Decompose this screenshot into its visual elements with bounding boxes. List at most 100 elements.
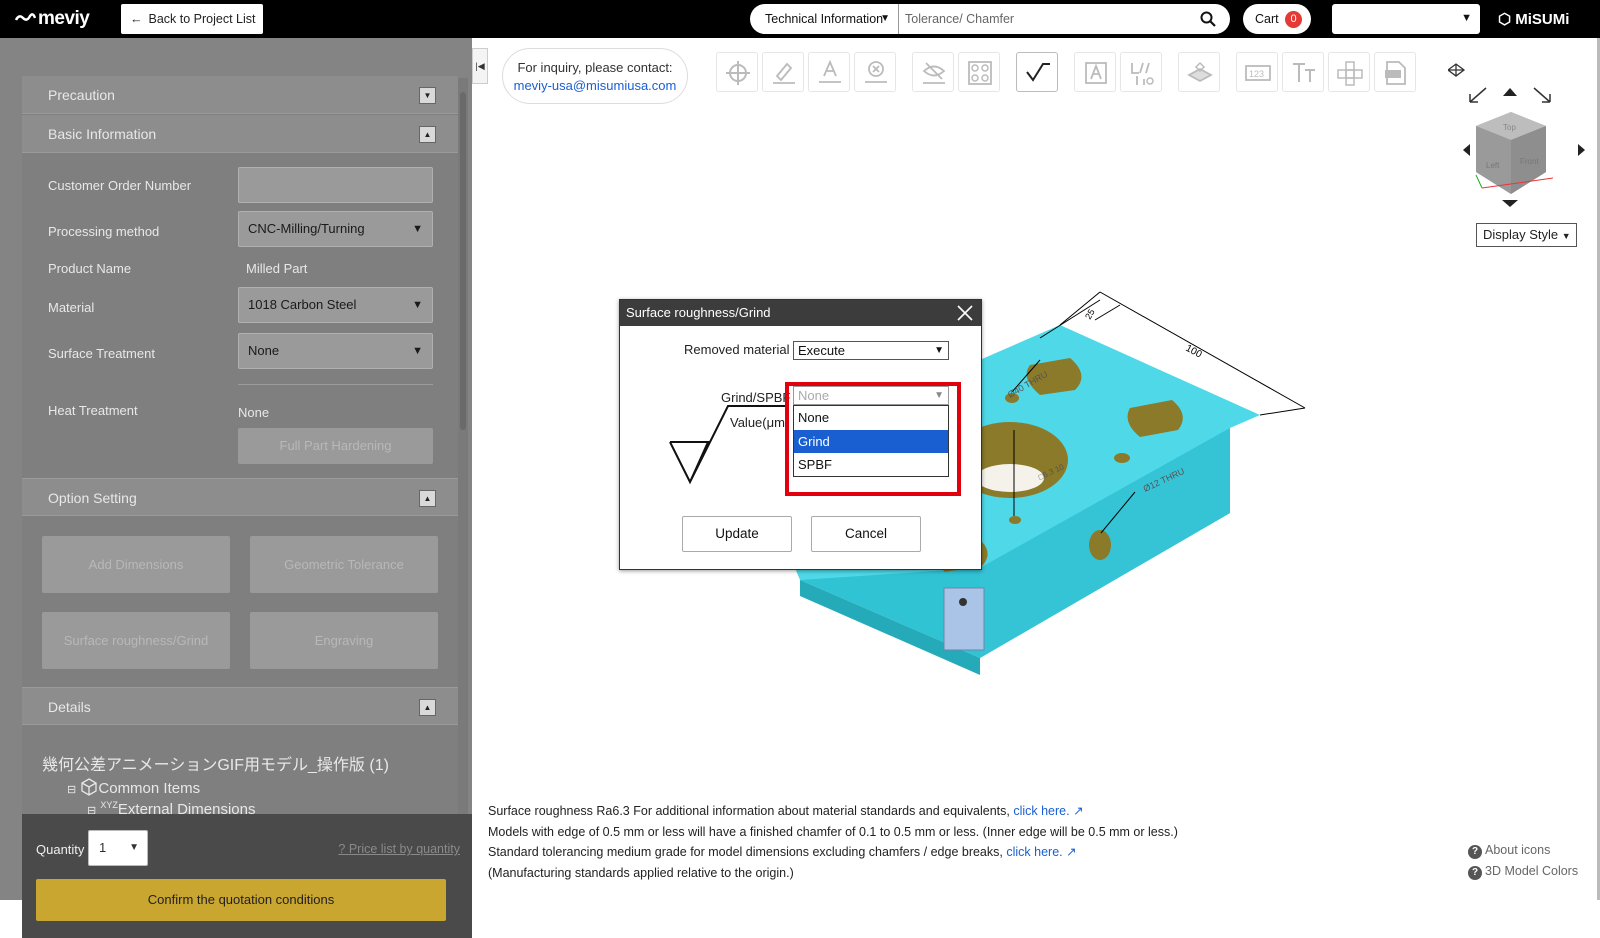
cube-front-label: Front — [1520, 157, 1539, 166]
processing-method-select[interactable]: CNC-Milling/Turning ▼ — [238, 211, 433, 247]
numbering-icon[interactable]: 123 — [1236, 52, 1278, 92]
font-size-icon[interactable] — [1282, 52, 1324, 92]
surface-treatment-select[interactable]: None ▼ — [238, 333, 433, 369]
customer-order-input[interactable] — [238, 167, 433, 203]
cart-label: Cart — [1255, 12, 1279, 26]
chevron-up-icon[interactable]: ▲ — [419, 699, 436, 716]
about-icons-link[interactable]: ? About icons — [1468, 843, 1550, 859]
tree-item-external[interactable]: ⊟ XYZExternal Dimensions — [87, 800, 255, 814]
product-name-label: Product Name — [48, 261, 132, 276]
value-label: Value(μm — [730, 415, 785, 430]
inquiry-email-link[interactable]: meviy-usa@misumiusa.com — [503, 77, 687, 95]
display-style-label: Display Style — [1483, 227, 1559, 242]
confirm-quotation-button[interactable]: Confirm the quotation conditions — [36, 879, 446, 921]
meviy-logo-icon — [14, 13, 36, 21]
rotate-right-icon[interactable] — [1533, 87, 1551, 103]
scrollbar-thumb[interactable] — [460, 92, 466, 430]
misumi-brand: MiSUMi — [1515, 11, 1570, 28]
material-label: Material — [48, 300, 95, 315]
dialog-header: Surface roughness/Grind — [620, 300, 981, 326]
arrow-left-icon[interactable] — [1463, 144, 1470, 156]
note-line-4: (Manufacturing standards applied relativ… — [488, 865, 794, 880]
basic-info-section-header[interactable]: Basic Information ▲ — [22, 115, 458, 153]
tree-item-common[interactable]: ⊟ Common Items — [67, 778, 200, 797]
engraving-button[interactable]: Engraving — [250, 612, 438, 669]
heat-treatment-label: Heat Treatment — [48, 403, 138, 418]
search-input[interactable]: Tolerance/ Chamfer — [905, 4, 1014, 34]
arrow-right-icon[interactable] — [1578, 144, 1585, 156]
arrow-down-icon[interactable] — [1502, 200, 1518, 207]
back-button-label: Back to Project List — [148, 12, 256, 26]
arrow-up-icon[interactable] — [1503, 88, 1517, 96]
rotate-left-icon[interactable] — [1469, 87, 1487, 103]
removed-material-label: Removed material — [684, 342, 790, 357]
removed-material-value: Execute — [798, 343, 845, 358]
precaution-section-header[interactable]: Precaution ▼ — [22, 76, 458, 114]
chevron-down-icon[interactable]: ▼ — [419, 87, 436, 104]
search-icon[interactable] — [1200, 11, 1216, 27]
tolerancing-standards-link[interactable]: click here. ↗ — [1006, 845, 1076, 859]
dxf-export-icon[interactable] — [1374, 52, 1416, 92]
model-colors-link[interactable]: ? 3D Model Colors — [1468, 864, 1578, 880]
hide-dimension-icon[interactable] — [912, 52, 954, 92]
model-colors-label: 3D Model Colors — [1485, 864, 1579, 878]
account-select[interactable]: ▼ — [1332, 4, 1480, 34]
close-icon[interactable] — [955, 303, 975, 323]
material-select[interactable]: 1018 Carbon Steel ▼ — [238, 287, 433, 323]
display-style-select[interactable]: Display Style ▼ — [1476, 223, 1577, 247]
tree-collapse-icon[interactable]: ⊟ — [67, 784, 76, 796]
material-standards-link[interactable]: click here. ↗ — [1013, 804, 1083, 818]
model-name: 幾何公差アニメーションGIF用モデル_操作版 (1) — [42, 757, 389, 774]
tree-common-label: Common Items — [98, 780, 201, 797]
quantity-select[interactable]: 1 ▼ — [88, 830, 148, 866]
clear-dimension-icon[interactable] — [854, 52, 896, 92]
search-category-label: Technical Information — [765, 12, 884, 26]
layer-icon[interactable] — [1178, 52, 1220, 92]
removed-material-select[interactable]: Execute ▼ — [793, 341, 949, 360]
geometric-tolerance-button[interactable]: Geometric Tolerance — [250, 536, 438, 593]
option-setting-section-header[interactable]: Option Setting ▲ — [22, 478, 458, 516]
full-part-hardening-button[interactable]: Full Part Hardening — [238, 428, 433, 464]
home-view-icon[interactable] — [1448, 63, 1466, 77]
view-cube[interactable]: Top Left Front — [1448, 60, 1588, 210]
question-icon: ? — [1468, 866, 1482, 880]
chevron-up-icon[interactable]: ▲ — [419, 490, 436, 507]
search-bar: Technical Information ▼ Tolerance/ Chamfe… — [750, 4, 1230, 34]
brand-name: meviy — [38, 8, 90, 29]
panel-scrollbar[interactable] — [458, 78, 468, 814]
material-link-label: click here. — [1013, 804, 1070, 818]
footer-notes: Surface roughness Ra6.3 For additional i… — [488, 801, 1178, 883]
engraving-icon[interactable] — [1074, 52, 1116, 92]
details-section-header[interactable]: Details ▲ — [22, 687, 458, 725]
question-icon: ? — [338, 842, 346, 856]
crosshair-icon[interactable] — [716, 52, 758, 92]
collapse-panel-button[interactable]: |◀ — [472, 48, 488, 84]
chevron-down-icon: ▼ — [129, 842, 139, 853]
note-line-2: Models with edge of 0.5 mm or less will … — [488, 824, 1178, 839]
six-views-icon[interactable] — [1328, 52, 1370, 92]
quote-bar: Quantity 1 ▼ ? Price list by quantity Con… — [22, 814, 472, 938]
misumi-logo[interactable]: ⬡ MiSUMi — [1498, 10, 1569, 28]
surface-treatment-label: Surface Treatment — [48, 346, 155, 361]
geometric-tolerance-icon[interactable] — [1120, 52, 1162, 92]
chevron-down-icon: ▼ — [934, 345, 944, 356]
search-category-select[interactable]: Technical Information ▼ — [750, 4, 899, 34]
chevron-up-icon[interactable]: ▲ — [419, 126, 436, 143]
pattern-icon[interactable] — [958, 52, 1000, 92]
surface-roughness-icon[interactable] — [1016, 52, 1058, 92]
meviy-logo[interactable]: meviy — [14, 8, 90, 30]
surface-roughness-button[interactable]: Surface roughness/Grind — [42, 612, 230, 669]
edit-dimension-icon[interactable] — [762, 52, 804, 92]
cart-button[interactable]: Cart 0 — [1243, 4, 1311, 34]
product-name-value: Milled Part — [246, 261, 308, 276]
back-to-project-list-button[interactable]: ← Back to Project List — [121, 4, 263, 34]
update-button[interactable]: Update — [682, 516, 792, 552]
cancel-button[interactable]: Cancel — [811, 516, 921, 552]
price-list-label: Price list by quantity — [348, 842, 460, 856]
price-list-link[interactable]: ? Price list by quantity — [338, 842, 460, 856]
processing-method-label: Processing method — [48, 224, 160, 239]
text-dimension-icon[interactable] — [808, 52, 850, 92]
add-dimensions-button[interactable]: Add Dimensions — [42, 536, 230, 593]
svg-text:123: 123 — [1249, 69, 1264, 79]
tree-collapse-icon[interactable]: ⊟ — [87, 805, 96, 814]
